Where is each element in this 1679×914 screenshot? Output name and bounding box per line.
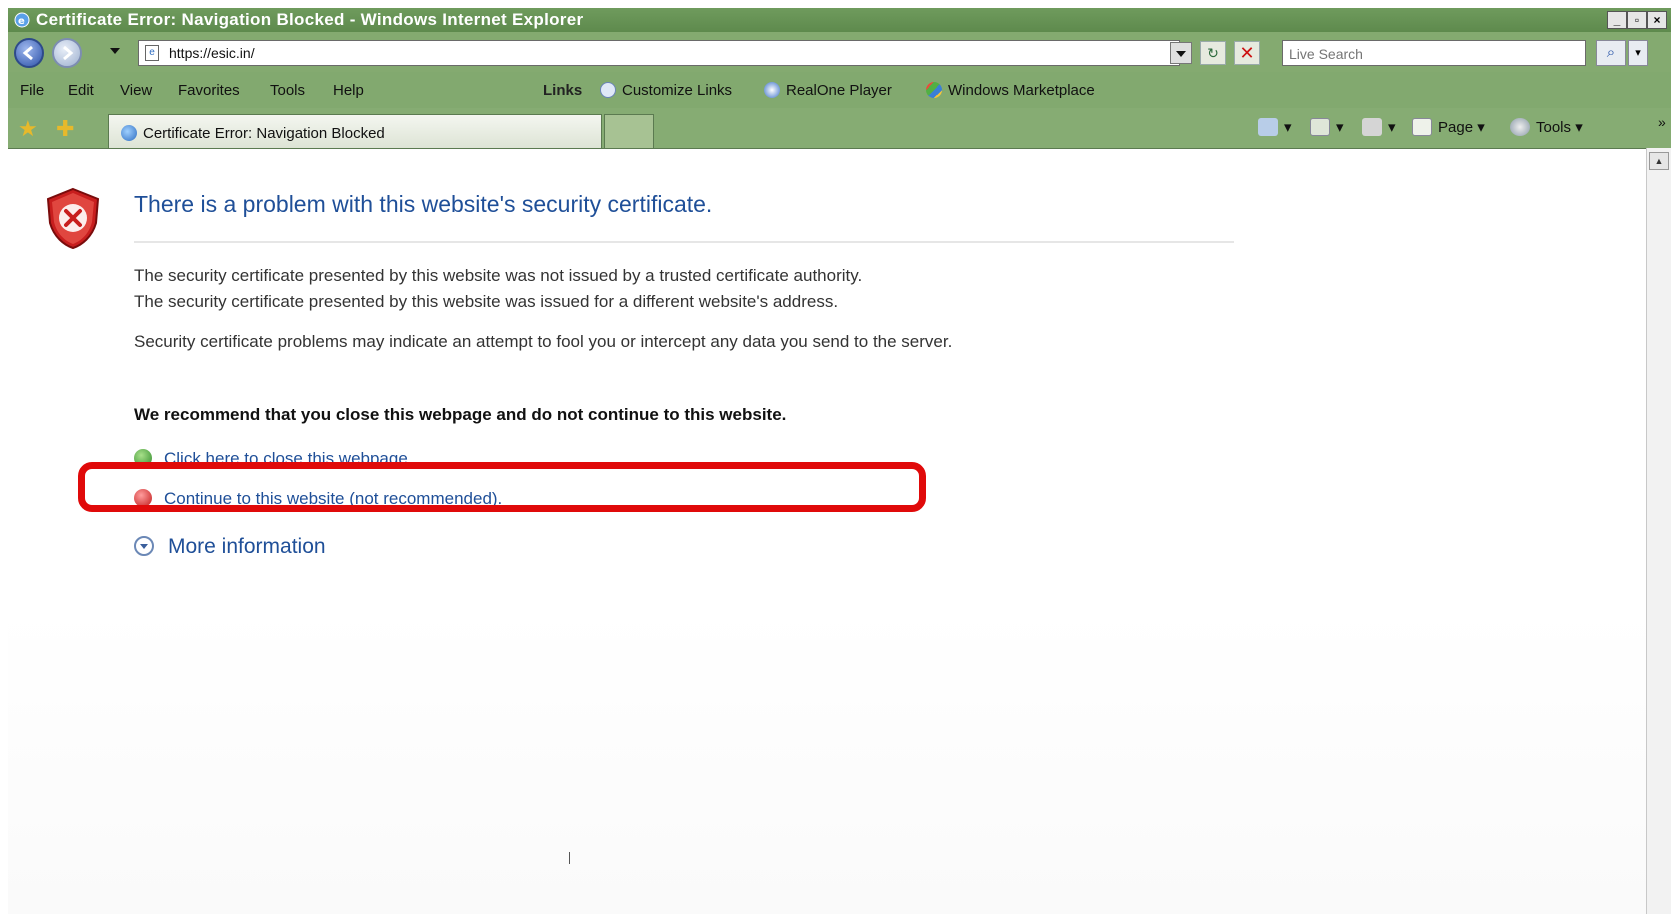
- back-arrow-icon: [22, 45, 33, 61]
- feeds-button[interactable]: ▾: [1310, 118, 1344, 136]
- add-favorite-icon[interactable]: ✚: [56, 116, 74, 142]
- ie-logo-icon: e: [14, 12, 30, 28]
- favorites-star-icon[interactable]: ★: [18, 116, 38, 142]
- link-realone-player[interactable]: RealOne Player: [764, 82, 892, 99]
- search-options-button[interactable]: ▾: [1628, 40, 1648, 66]
- menu-tools[interactable]: Tools: [270, 82, 305, 99]
- menu-file[interactable]: File: [20, 82, 44, 99]
- address-field[interactable]: e https://esic.in/: [138, 40, 1180, 66]
- title-bar: e Certificate Error: Navigation Blocked …: [8, 8, 1671, 32]
- browser-window: e Certificate Error: Navigation Blocked …: [8, 8, 1671, 914]
- address-toolbar: e https://esic.in/ ↻ ✕ ⌕ ▾: [8, 32, 1671, 72]
- realone-icon: [764, 82, 780, 98]
- address-dropdown-button[interactable]: [1170, 42, 1192, 64]
- link-customize-links[interactable]: Customize Links: [600, 82, 732, 99]
- tools-menu-label: Tools: [1536, 119, 1572, 136]
- print-button[interactable]: ▾: [1362, 118, 1396, 136]
- tab-certificate-error[interactable]: Certificate Error: Navigation Blocked: [108, 114, 602, 148]
- error-shield-icon: [46, 187, 100, 250]
- menu-favorites[interactable]: Favorites: [178, 82, 240, 99]
- windows-logo-icon: [926, 82, 942, 98]
- home-button[interactable]: ▾: [1258, 118, 1292, 136]
- tools-menu-button[interactable]: Tools ▾: [1510, 118, 1583, 136]
- error-heading: There is a problem with this website's s…: [134, 191, 713, 217]
- toolbar-overflow-chevron-icon[interactable]: »: [1658, 114, 1666, 130]
- links-label: Links: [543, 82, 583, 99]
- minimize-button[interactable]: _: [1607, 11, 1627, 29]
- page-content: There is a problem with this website's s…: [8, 148, 1646, 914]
- ie-tab-icon: [121, 125, 137, 141]
- close-window-button[interactable]: ×: [1647, 11, 1667, 29]
- refresh-button[interactable]: ↻: [1200, 41, 1226, 65]
- recent-pages-dropdown[interactable]: [110, 48, 120, 54]
- page-menu-label: Page: [1438, 119, 1474, 136]
- divider: [134, 241, 1234, 243]
- text-cursor: [569, 852, 570, 864]
- menu-bar: File Edit View Favorites Tools Help Link…: [8, 72, 1671, 108]
- expand-chevron-icon: [134, 536, 154, 556]
- tab-label: Certificate Error: Navigation Blocked: [143, 125, 385, 142]
- address-url[interactable]: https://esic.in/: [169, 45, 255, 61]
- maximize-button[interactable]: ▫: [1627, 11, 1647, 29]
- cert-untrusted-text: The security certificate presented by th…: [134, 266, 863, 285]
- page-icon: e: [145, 45, 159, 61]
- home-icon: [1258, 118, 1278, 136]
- link-realone-label: RealOne Player: [786, 82, 892, 99]
- forward-button[interactable]: [52, 38, 82, 68]
- ie-page-icon: [600, 82, 616, 98]
- link-marketplace-label: Windows Marketplace: [948, 82, 1095, 99]
- feeds-icon: [1310, 118, 1330, 136]
- link-customize-label: Customize Links: [622, 82, 733, 99]
- svg-text:e: e: [18, 16, 25, 27]
- print-icon: [1362, 118, 1382, 136]
- forward-arrow-icon: [63, 45, 74, 61]
- stop-button[interactable]: ✕: [1234, 41, 1260, 65]
- window-title: Certificate Error: Navigation Blocked - …: [36, 10, 584, 29]
- security-warning-text: Security certificate problems may indica…: [134, 332, 953, 351]
- page-icon: [1412, 118, 1432, 136]
- search-field[interactable]: [1282, 40, 1586, 66]
- recommendation-text: We recommend that you close this webpage…: [134, 405, 787, 424]
- back-button[interactable]: [14, 38, 44, 68]
- tab-bar: ★ ✚ Certificate Error: Navigation Blocke…: [8, 108, 1671, 148]
- cert-mismatch-text: The security certificate presented by th…: [134, 292, 839, 311]
- vertical-scrollbar[interactable]: ▲: [1646, 148, 1671, 914]
- scroll-up-button[interactable]: ▲: [1649, 152, 1669, 170]
- more-information-toggle[interactable]: More information: [134, 535, 326, 559]
- red-highlight-box: [78, 462, 926, 512]
- more-information-label: More information: [168, 535, 326, 558]
- page-menu-button[interactable]: Page ▾: [1412, 118, 1485, 136]
- menu-help[interactable]: Help: [333, 82, 364, 99]
- new-tab-button[interactable]: [604, 114, 654, 148]
- search-input[interactable]: [1287, 42, 1581, 66]
- search-icon[interactable]: ⌕: [1596, 40, 1626, 66]
- gear-icon: [1510, 118, 1530, 136]
- menu-view[interactable]: View: [120, 82, 152, 99]
- menu-edit[interactable]: Edit: [68, 82, 94, 99]
- link-windows-marketplace[interactable]: Windows Marketplace: [926, 82, 1095, 99]
